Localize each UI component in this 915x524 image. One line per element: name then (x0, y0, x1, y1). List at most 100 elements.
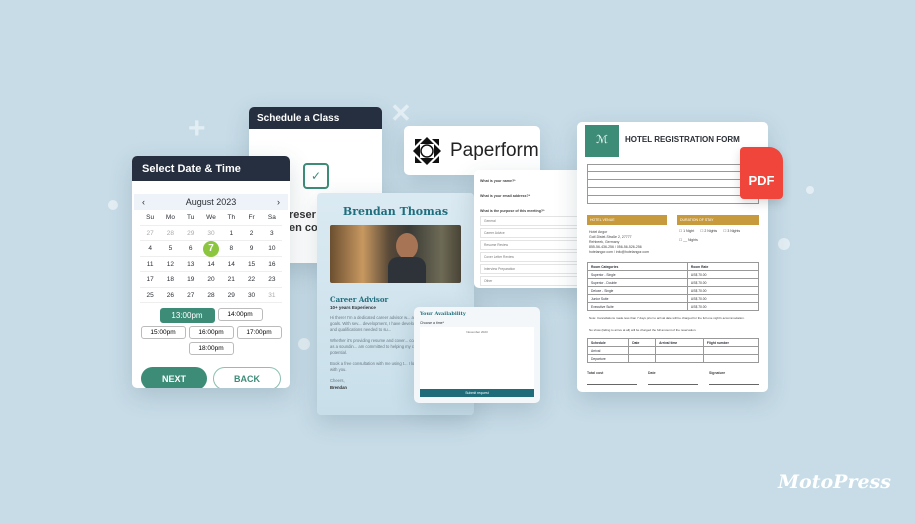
table-cell[interactable] (628, 346, 657, 355)
profile-name: Brendan Thomas (342, 205, 449, 218)
calendar-day[interactable]: 26 (160, 288, 181, 303)
availability-calendar[interactable]: November 2023 (420, 327, 534, 389)
duration-header: DURATION OF STAY (677, 215, 759, 225)
next-month-button[interactable]: › (277, 197, 280, 207)
table-cell: Deluxe - Single (587, 286, 688, 295)
cancellation-note: Note: Cancellations made less than 7 day… (589, 316, 745, 320)
submit-request-button[interactable]: Submit request (420, 389, 534, 397)
hotel-logo: ℳ (585, 125, 619, 157)
calendar-day[interactable]: 1 (221, 226, 242, 241)
calendar-day[interactable]: 29 (180, 226, 201, 241)
purpose-option[interactable]: Interview Preparation› (480, 264, 586, 274)
footer-field[interactable]: Total cost (587, 371, 637, 385)
calendar-day[interactable]: 6 (180, 241, 201, 257)
calendar-day[interactable]: 29 (221, 288, 242, 303)
calendar-day[interactable]: 31 (261, 288, 282, 303)
calendar-day[interactable]: 8 (221, 241, 242, 257)
calendar-day[interactable]: 30 (241, 288, 262, 303)
column-header: Date (628, 338, 657, 347)
table-cell: US$ 70.00 (686, 302, 760, 311)
calendar-day[interactable]: 10 (261, 241, 282, 257)
guest-info-table (587, 164, 759, 204)
availability-card: Your Availability Choose a time* Novembe… (414, 307, 540, 403)
table-cell: Superior - Double (587, 278, 688, 287)
dot-decoration (108, 200, 118, 210)
paperform-wordmark: Paperform (450, 139, 539, 161)
purpose-option[interactable]: Other› (480, 276, 586, 286)
table-cell[interactable] (628, 354, 657, 363)
duration-checkbox[interactable]: ☐ __ Nights (679, 238, 698, 243)
calendar-day[interactable]: 28 (160, 226, 181, 241)
address-line: hotelangor.com / info@hotelangor.com (589, 250, 649, 254)
next-button[interactable]: NEXT (141, 367, 207, 388)
duration-checkbox[interactable]: ☐ 1 Night (679, 229, 694, 234)
calendar-day[interactable]: 27 (180, 288, 201, 303)
table-cell[interactable] (702, 346, 760, 355)
hotel-form-title: HOTEL REGISTRATION FORM (625, 135, 740, 144)
purpose-option[interactable]: Resume Review› (480, 240, 586, 250)
table-cell: Departure (586, 354, 630, 363)
weekday-label: Th (221, 210, 242, 226)
purpose-option[interactable]: General› (480, 216, 586, 226)
calendar-day[interactable]: 18 (160, 272, 181, 288)
calendar-day[interactable]: 9 (241, 241, 262, 257)
time-slot-button[interactable]: 18:00pm (188, 342, 234, 355)
table-row: Junior Suite US$ 70.00 (587, 294, 760, 303)
pdf-file-icon: PDF (740, 147, 783, 199)
calendar-day[interactable]: 16 (261, 257, 282, 272)
calendar-day[interactable]: 25 (140, 288, 161, 303)
back-button[interactable]: BACK (213, 367, 281, 388)
duration-checkbox[interactable]: ☐ 2 Nights (700, 229, 717, 234)
purpose-option[interactable]: Cover Letter Review› (480, 252, 586, 262)
weekday-label: We (200, 210, 222, 226)
calendar-day[interactable]: 2 (241, 226, 262, 241)
calendar-day[interactable]: 21 (221, 272, 242, 288)
table-cell: Superior - Single (587, 270, 688, 279)
month-header: ‹ August 2023 › (134, 194, 288, 210)
calendar-day[interactable]: 5 (160, 241, 181, 257)
email-field[interactable]: What is your email address?* (480, 194, 586, 198)
calendar-day[interactable]: 27 (140, 226, 161, 241)
calendar-day[interactable]: 30 (200, 226, 222, 241)
calendar-day[interactable]: 14 (221, 257, 242, 272)
calendar-day[interactable]: 15 (241, 257, 262, 272)
table-row: Executive Suite US$ 70.00 (587, 302, 760, 311)
table-cell: US$ 70.00 (686, 294, 760, 303)
footer-field[interactable]: Date (648, 371, 698, 385)
time-slot-button[interactable]: 17:00pm (236, 326, 282, 339)
calendar-day[interactable]: 23 (261, 272, 282, 288)
calendar-day[interactable]: 28 (200, 288, 222, 303)
calendar-day[interactable]: 14 (200, 257, 222, 272)
calendar-day[interactable]: 17 (140, 272, 161, 288)
time-slot-button[interactable]: 13:00pm (159, 308, 215, 323)
table-cell: US$ 70.00 (686, 278, 760, 287)
calendar-day[interactable]: 20 (200, 272, 222, 288)
name-field[interactable]: What is your name?* (480, 179, 586, 183)
selected-day[interactable]: 7 (202, 241, 219, 257)
schedule-table: Schedule Date Arrival time Flight number Arr… (586, 338, 760, 363)
footer-field[interactable]: Signature (709, 371, 759, 385)
no-show-note: No show (failing to arrive at all) will … (589, 328, 697, 332)
calendar-day[interactable]: 13 (180, 257, 201, 272)
duration-checkbox[interactable]: ☐ 3 Nights (723, 229, 740, 234)
option-label: Resume Review (484, 243, 509, 247)
room-table: Room Categories Room Rate Superior - Singl… (587, 262, 760, 311)
duration-label: 1 Night (683, 229, 695, 233)
calendar-day[interactable]: 12 (160, 257, 181, 272)
table-cell[interactable] (655, 346, 704, 355)
purpose-option[interactable]: Career Advice› (480, 228, 586, 238)
time-slot-button[interactable]: 16:00pm (188, 326, 234, 339)
table-cell[interactable] (702, 354, 760, 363)
calendar-day[interactable]: 7 (200, 241, 222, 257)
calendar-day[interactable]: 3 (261, 226, 282, 241)
weekday-label: Mo (160, 210, 181, 226)
time-slot-button[interactable]: 15:00pm (140, 326, 186, 339)
time-slot-button[interactable]: 14:00pm (217, 308, 263, 321)
table-cell[interactable] (655, 354, 704, 363)
calendar-day[interactable]: 4 (140, 241, 161, 257)
prev-month-button[interactable]: ‹ (142, 197, 145, 207)
calendar-day[interactable]: 11 (140, 257, 161, 272)
dot-decoration (806, 186, 814, 194)
calendar-day[interactable]: 19 (180, 272, 201, 288)
calendar-day[interactable]: 22 (241, 272, 262, 288)
